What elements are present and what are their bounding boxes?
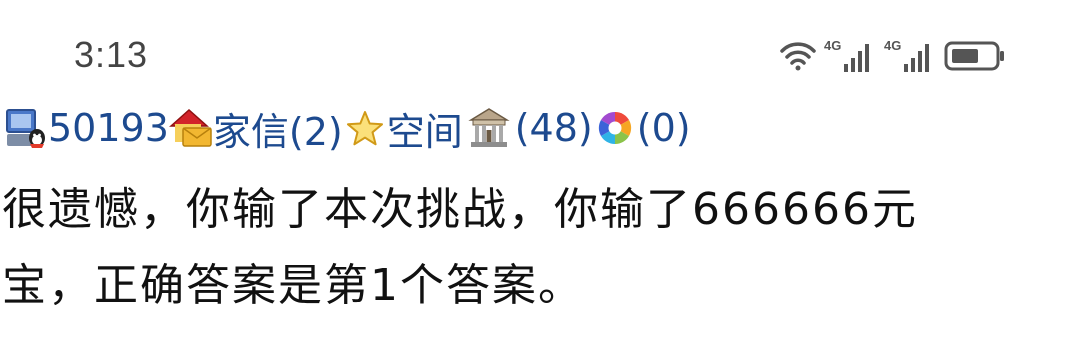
signal-4g-icon: 4G: [884, 38, 936, 74]
building-icon: [468, 108, 510, 147]
star-icon: [346, 111, 383, 146]
qq-online-icon: [6, 109, 45, 148]
status-time: 3:13: [74, 34, 149, 75]
battery-icon: [944, 41, 1004, 71]
wifi-icon: [780, 42, 816, 71]
signal-4g-icon: 4G: [824, 38, 876, 74]
mail-link[interactable]: 家信(2): [213, 101, 343, 156]
result-message: 很遗憾，你输了本次挑战，你输了666666元宝，正确答案是第1个答案。: [2, 184, 918, 311]
album-icon: [598, 111, 631, 145]
status-bar: 3:13 4G 4G: [0, 0, 1084, 110]
album-count-link[interactable]: (0): [637, 106, 691, 150]
status-icons: 4G 4G: [780, 36, 1014, 76]
building-count-link[interactable]: (48): [515, 106, 593, 150]
user-id-link[interactable]: 50193: [48, 106, 169, 150]
mail-house-icon: [168, 108, 212, 147]
nav-links: 50193 家信(2) 空间 (48) (0): [4, 100, 691, 156]
space-link[interactable]: 空间: [387, 101, 463, 156]
